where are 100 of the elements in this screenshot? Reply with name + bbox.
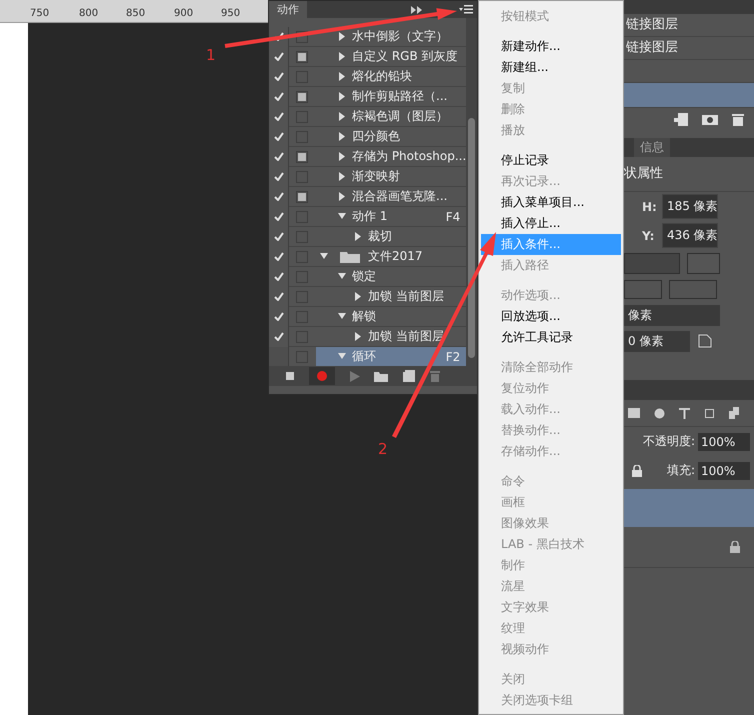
checkmark-icon	[274, 92, 284, 101]
collapse-triangle-icon[interactable]	[338, 312, 346, 321]
expand-triangle-icon[interactable]	[338, 92, 346, 101]
menu-item[interactable]: 新建动作...	[481, 36, 621, 57]
history-row[interactable]: 链接图层	[624, 14, 754, 37]
expand-triangle-icon[interactable]	[338, 32, 346, 41]
checkmark-icon	[274, 232, 284, 241]
ruler-label: 950	[221, 8, 240, 19]
width-field[interactable]: 像素	[624, 304, 720, 326]
checkmark-icon	[274, 172, 284, 181]
checkmark-icon	[274, 152, 284, 161]
new-action-icon[interactable]	[402, 370, 415, 382]
stop-icon[interactable]	[286, 372, 294, 380]
action-row[interactable]: 裁切	[316, 227, 466, 246]
info-tab[interactable]: 信息	[634, 138, 670, 157]
action-row[interactable]: 自定义 RGB 到灰度	[316, 47, 466, 66]
action-row[interactable]: 棕褐色调（图层）	[316, 107, 466, 126]
checkmark-icon	[274, 212, 284, 221]
expand-triangle-icon[interactable]	[354, 292, 362, 301]
annotation-label: 2	[378, 440, 388, 458]
shortcut-key: F2	[446, 350, 460, 364]
expand-triangle-icon[interactable]	[354, 232, 362, 241]
expand-triangle-icon[interactable]	[338, 52, 346, 61]
checkmark-icon	[274, 252, 284, 261]
checkmark-icon	[274, 292, 284, 301]
action-row[interactable]: 文件2017	[316, 247, 466, 266]
action-row[interactable]: 锁定	[316, 267, 466, 286]
dialog-toggle[interactable]	[296, 150, 308, 162]
menu-item[interactable]: 新建组...	[481, 57, 621, 78]
document-icon[interactable]	[729, 407, 739, 419]
checkmark-icon	[274, 192, 284, 201]
lock-icon[interactable]	[632, 464, 642, 476]
dialog-toggle[interactable]	[296, 190, 308, 202]
shortcut-key: F4	[446, 210, 460, 224]
ruler-label: 850	[126, 8, 146, 19]
record-icon[interactable]	[316, 371, 327, 381]
radius-field[interactable]: 0 像素	[624, 330, 690, 352]
expand-triangle-icon[interactable]	[354, 332, 362, 341]
ruler-label: 900	[174, 8, 194, 19]
collapse-triangle-icon[interactable]	[320, 252, 328, 261]
ruler-label: 750	[30, 8, 50, 19]
action-name: 自定义 RGB 到灰度	[352, 48, 458, 65]
action-row[interactable]: 熔化的铅块	[316, 67, 466, 86]
expand-triangle-icon[interactable]	[338, 72, 346, 81]
action-row[interactable]: 渐变映射	[316, 167, 466, 186]
action-name: 加锁 当前图层	[368, 288, 444, 305]
trash-icon[interactable]	[732, 113, 744, 126]
expand-triangle-icon[interactable]	[338, 132, 346, 141]
lock-icon	[730, 541, 740, 553]
transform-icon[interactable]	[704, 408, 715, 418]
action-row[interactable]: 混合器画笔克隆...	[316, 187, 466, 206]
action-name: 四分颜色	[352, 128, 400, 145]
actions-tab[interactable]: 动作	[269, 1, 307, 18]
collapse-triangle-icon[interactable]	[338, 212, 346, 221]
history-row[interactable]: 链接图层	[624, 37, 754, 60]
scrollbar[interactable]	[466, 18, 477, 366]
action-row[interactable]: 水中倒影（文字）	[316, 27, 466, 46]
y-field[interactable]: 436 像素	[662, 223, 718, 248]
menu-item[interactable]: 回放选项...	[481, 306, 621, 327]
action-name: 混合器画笔克隆...	[352, 188, 448, 205]
annotation-label: 1	[206, 46, 216, 64]
toggle-cell[interactable]	[269, 326, 289, 346]
menu-item[interactable]: 插入停止...	[481, 213, 621, 234]
action-name: 水中倒影（文字）	[352, 28, 448, 45]
action-row[interactable]: 循环 F2	[316, 347, 466, 366]
camera-icon[interactable]	[702, 113, 718, 125]
opacity-field[interactable]: 100%	[698, 432, 750, 450]
opacity-label: 不透明度:	[642, 433, 695, 450]
collapse-triangle-icon[interactable]	[338, 352, 346, 361]
collapse-icon[interactable]	[411, 6, 423, 14]
collapse-triangle-icon[interactable]	[338, 272, 346, 281]
properties-title: 状属性	[624, 157, 754, 192]
menu-item[interactable]: 停止记录	[481, 150, 621, 171]
dialog-toggle[interactable]	[296, 90, 308, 102]
folder-icon	[340, 250, 360, 263]
expand-triangle-icon[interactable]	[338, 112, 346, 121]
folder-icon[interactable]	[374, 370, 388, 382]
fill-field[interactable]: 100%	[698, 462, 750, 480]
action-name: 动作 1	[352, 208, 388, 225]
action-row[interactable]: 存储为 Photoshop...	[316, 147, 466, 166]
checkmark-icon	[274, 112, 284, 121]
panel-menu-icon[interactable]	[459, 5, 473, 14]
expand-triangle-icon[interactable]	[338, 172, 346, 181]
action-row[interactable]: 四分颜色	[316, 127, 466, 146]
checkmark-icon	[274, 332, 284, 341]
action-row[interactable]: 制作剪贴路径（...	[316, 87, 466, 106]
type-icon[interactable]	[679, 408, 690, 418]
menu-item[interactable]: 允许工具记录	[481, 327, 621, 348]
action-row[interactable]: 加锁 当前图层	[316, 287, 466, 306]
action-row[interactable]: 动作 1 F4	[316, 207, 466, 226]
expand-triangle-icon[interactable]	[338, 152, 346, 161]
height-field[interactable]: 185 像素	[662, 194, 718, 219]
toggle-cell[interactable]	[269, 346, 289, 366]
new-document-icon[interactable]	[674, 113, 688, 126]
action-row[interactable]: 解锁	[316, 307, 466, 326]
menu-item[interactable]: 插入菜单项目...	[481, 192, 621, 213]
circle-icon[interactable]	[654, 408, 665, 418]
expand-triangle-icon[interactable]	[338, 192, 346, 201]
dialog-toggle[interactable]	[296, 50, 308, 62]
checkmark-icon	[274, 312, 284, 321]
